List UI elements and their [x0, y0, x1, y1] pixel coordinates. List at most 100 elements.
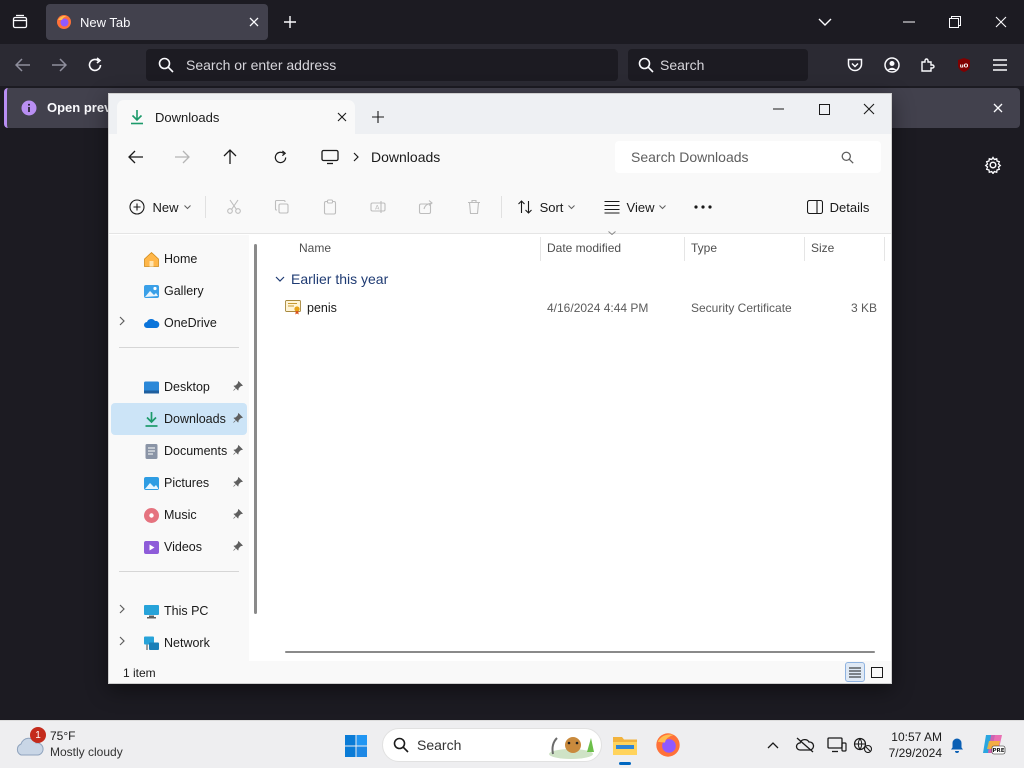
explorer-up-button[interactable]	[213, 142, 247, 172]
details-view-button[interactable]	[845, 662, 865, 682]
pin-icon[interactable]	[233, 509, 243, 519]
column-divider[interactable]	[884, 237, 885, 261]
share-button[interactable]	[413, 192, 439, 222]
sidebar-item-music[interactable]: Music	[111, 499, 247, 531]
new-tab-button[interactable]	[276, 8, 304, 36]
column-header-type[interactable]: Type	[691, 241, 717, 255]
cut-button[interactable]	[221, 192, 247, 222]
notifications-button[interactable]	[946, 734, 968, 756]
pin-icon[interactable]	[233, 413, 243, 423]
sidebar-item-downloads[interactable]: Downloads	[111, 403, 247, 435]
system-clock[interactable]: 10:57 AM 7/29/2024	[876, 729, 942, 761]
url-bar[interactable]	[146, 49, 618, 81]
sidebar-item-network[interactable]: Network	[111, 627, 247, 659]
chevron-right-icon[interactable]	[119, 604, 125, 614]
column-header-date-modified[interactable]: Date modified	[547, 241, 621, 255]
explorer-close-button[interactable]	[846, 94, 892, 124]
pin-icon[interactable]	[233, 541, 243, 551]
column-header-size[interactable]: Size	[811, 241, 834, 255]
minimize-button[interactable]	[886, 0, 932, 44]
desktop-icon	[144, 381, 159, 394]
taskbar-firefox[interactable]	[651, 728, 685, 762]
restore-button[interactable]	[932, 0, 978, 44]
plus-icon	[372, 111, 384, 123]
copilot-button[interactable]: PRE	[980, 731, 1006, 757]
breadcrumb-downloads[interactable]: Downloads	[371, 149, 440, 165]
sidebar-item-home[interactable]: Home	[111, 243, 247, 275]
column-divider[interactable]	[684, 237, 685, 261]
sidebar-item-gallery[interactable]: Gallery	[111, 275, 247, 307]
puzzle-icon	[921, 58, 935, 72]
column-header-name[interactable]: Name	[299, 241, 331, 255]
search-bar[interactable]	[628, 49, 808, 81]
pin-icon[interactable]	[233, 477, 243, 487]
tiles-view-button[interactable]	[867, 662, 887, 682]
gear-icon	[984, 156, 1002, 174]
search-input[interactable]	[660, 57, 790, 73]
taskbar-search-input[interactable]	[417, 737, 537, 753]
delete-button[interactable]	[461, 192, 487, 222]
display-tray-button[interactable]	[826, 734, 848, 756]
back-button[interactable]	[8, 50, 38, 80]
sort-button[interactable]: Sort	[513, 192, 579, 222]
onedrive-tray-button[interactable]	[794, 734, 816, 756]
file-list-horizontal-scrollbar[interactable]	[285, 651, 875, 653]
explorer-refresh-button[interactable]	[263, 142, 297, 172]
new-tab-settings-button[interactable]	[980, 152, 1006, 178]
ublock-origin-icon: uO	[958, 58, 970, 72]
chevron-right-icon[interactable]	[119, 636, 125, 646]
show-hidden-icons-button[interactable]	[762, 734, 784, 756]
view-button[interactable]: View	[601, 192, 669, 222]
tab-close-button[interactable]	[240, 8, 268, 36]
breadcrumb[interactable]: Downloads	[313, 141, 607, 173]
sidebar-item-onedrive[interactable]: OneDrive	[111, 307, 247, 339]
pin-icon[interactable]	[233, 381, 243, 391]
group-header-earlier-this-year[interactable]: Earlier this year	[275, 271, 388, 287]
sidebar-item-pictures[interactable]: Pictures	[111, 467, 247, 499]
explorer-forward-button[interactable]	[165, 142, 199, 172]
taskbar-search-box[interactable]	[382, 728, 602, 762]
start-button[interactable]	[340, 730, 372, 762]
forward-button[interactable]	[44, 50, 74, 80]
tab-list-button[interactable]	[6, 8, 34, 36]
sidebar-item-this-pc[interactable]: This PC	[111, 595, 247, 627]
copy-button[interactable]	[269, 192, 295, 222]
navigation-pane-scrollbar[interactable]	[254, 244, 257, 614]
explorer-search-box[interactable]	[615, 141, 881, 173]
explorer-tab-close-button[interactable]	[329, 104, 355, 130]
explorer-search-input[interactable]	[631, 149, 841, 165]
notification-close-button[interactable]	[986, 96, 1010, 120]
app-menu-button[interactable]	[985, 50, 1015, 80]
column-divider[interactable]	[804, 237, 805, 261]
rename-button[interactable]: A	[365, 192, 391, 222]
column-divider[interactable]	[540, 237, 541, 261]
paste-button[interactable]	[317, 192, 343, 222]
explorer-minimize-button[interactable]	[755, 94, 801, 124]
pin-icon[interactable]	[233, 445, 243, 455]
explorer-back-button[interactable]	[119, 142, 153, 172]
more-options-button[interactable]	[689, 192, 717, 222]
close-window-button[interactable]	[978, 0, 1024, 44]
explorer-tab-downloads[interactable]: Downloads	[117, 100, 355, 134]
explorer-new-tab-button[interactable]	[365, 104, 391, 130]
pocket-button[interactable]	[840, 50, 870, 80]
details-pane-button[interactable]: Details	[803, 192, 873, 222]
reload-button[interactable]	[80, 50, 110, 80]
network-volume-tray-button[interactable]	[852, 734, 874, 756]
sidebar-item-videos[interactable]: Videos	[111, 531, 247, 563]
weather-widget[interactable]: 1 75°F Mostly cloudy	[14, 727, 154, 763]
account-button[interactable]	[877, 50, 907, 80]
sidebar-item-desktop[interactable]: Desktop	[111, 371, 247, 403]
tab-new-tab[interactable]: New Tab	[46, 4, 268, 40]
url-input[interactable]	[186, 57, 566, 73]
breadcrumb-separator[interactable]	[353, 152, 359, 162]
ublock-origin-button[interactable]: uO	[949, 50, 979, 80]
file-row[interactable]: penis 4/16/2024 4:44 PM Security Certifi…	[275, 293, 887, 323]
extensions-button[interactable]	[913, 50, 943, 80]
taskbar-file-explorer[interactable]	[608, 728, 642, 765]
explorer-maximize-button[interactable]	[801, 94, 847, 124]
sidebar-item-documents[interactable]: Documents	[111, 435, 247, 467]
new-button[interactable]: New	[127, 192, 193, 222]
chevron-right-icon[interactable]	[119, 316, 125, 326]
list-all-tabs-button[interactable]	[802, 0, 848, 44]
